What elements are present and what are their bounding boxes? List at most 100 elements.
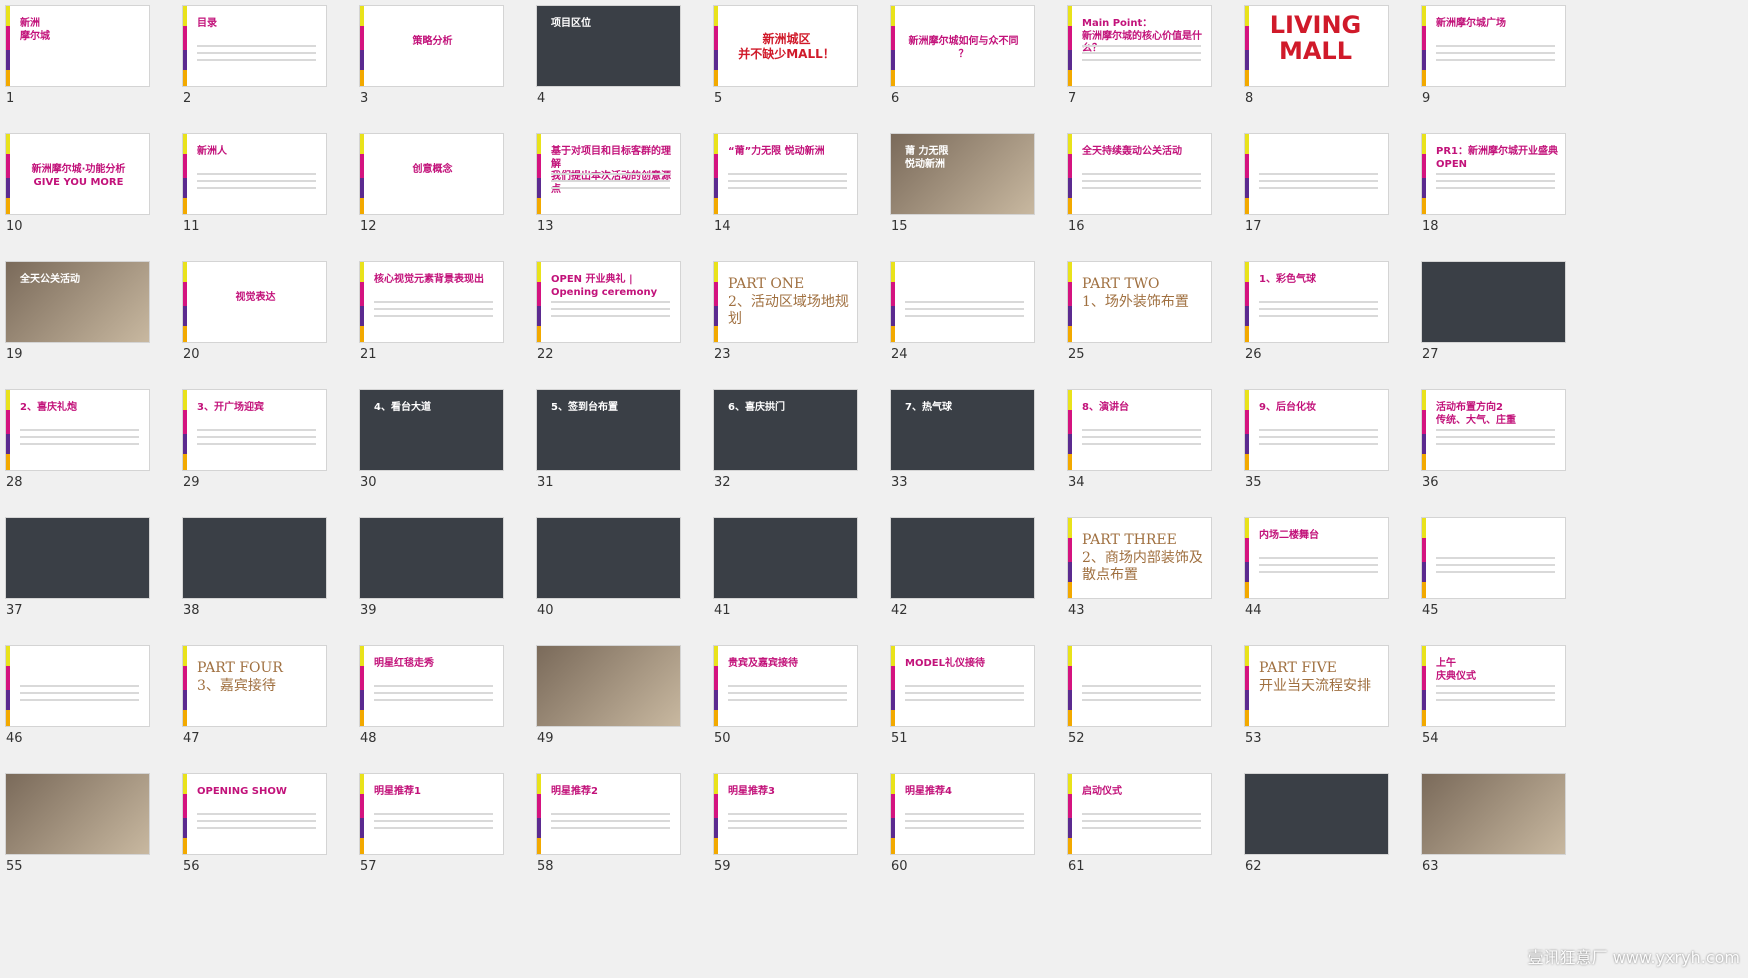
slide-number: 21 — [360, 347, 377, 362]
slide-thumbnail[interactable]: 项目区位 4 — [536, 5, 681, 123]
slide-thumbnail[interactable]: Main Point： 新洲摩尔城的核心价值是什么？ 7 — [1067, 5, 1212, 123]
slide-number: 57 — [360, 859, 377, 874]
slide-thumbnail[interactable]: PART FIVE 开业当天流程安排 53 — [1244, 645, 1389, 763]
slide-thumbnail[interactable]: 8、演讲台 34 — [1067, 389, 1212, 507]
slide-thumbnail[interactable]: 明星推荐2 58 — [536, 773, 681, 891]
slide-body-line — [1082, 692, 1201, 694]
slide-thumbnail[interactable]: MODEL礼仪接待 51 — [890, 645, 1035, 763]
slide-thumbnail[interactable]: 策略分析 3 — [359, 5, 504, 123]
slide-thumbnail[interactable]: 全天公关活动 19 — [5, 261, 150, 379]
slide-thumbnail[interactable]: 55 — [5, 773, 150, 891]
slide-thumbnail[interactable]: 明星推荐3 59 — [713, 773, 858, 891]
slide-thumbnail[interactable]: 活动布置方向2 传统、大气、庄重 36 — [1421, 389, 1566, 507]
slide-thumbnail[interactable]: PART TWO 1、场外装饰布置 25 — [1067, 261, 1212, 379]
slide-thumbnail[interactable]: “莆”力无限 悦动新洲 14 — [713, 133, 858, 251]
slide-accent-stripe — [714, 6, 718, 86]
slide-body-line — [1259, 301, 1378, 303]
slide-thumbnail[interactable]: 明星推荐1 57 — [359, 773, 504, 891]
slide-accent-stripe — [1245, 262, 1249, 342]
slide-preview: 活动布置方向2 传统、大气、庄重 — [1421, 389, 1566, 471]
slide-thumbnail[interactable]: 2、喜庆礼炮 28 — [5, 389, 150, 507]
slide-preview: PART ONE 2、活动区域场地规划 — [713, 261, 858, 343]
slide-thumbnail[interactable]: 视觉表达 20 — [182, 261, 327, 379]
slide-thumbnail[interactable]: 3、开广场迎宾 29 — [182, 389, 327, 507]
slide-thumbnail[interactable]: 52 — [1067, 645, 1212, 763]
slide-number: 34 — [1068, 475, 1085, 490]
slide-body-line — [1259, 173, 1378, 175]
slide-thumbnail[interactable]: 启动仪式 61 — [1067, 773, 1212, 891]
slide-thumbnail[interactable]: 明星推荐4 60 — [890, 773, 1035, 891]
slide-thumbnail[interactable]: 1、彩色气球 26 — [1244, 261, 1389, 379]
slide-number: 27 — [1422, 347, 1439, 362]
slide-body-line — [728, 180, 847, 182]
slide-thumbnail[interactable]: OPENING SHOW 56 — [182, 773, 327, 891]
slide-thumbnail[interactable]: 明星红毯走秀 48 — [359, 645, 504, 763]
slide-thumbnail[interactable]: 42 — [890, 517, 1035, 635]
slide-thumbnail[interactable]: 40 — [536, 517, 681, 635]
slide-preview: 3、开广场迎宾 — [182, 389, 327, 471]
slide-thumbnail[interactable]: 新洲城区 并不缺少MALL！ 5 — [713, 5, 858, 123]
slide-thumbnail[interactable]: 63 — [1421, 773, 1566, 891]
slide-body-line — [1436, 59, 1555, 61]
slide-thumbnail[interactable]: 上午 庆典仪式 54 — [1421, 645, 1566, 763]
slide-thumbnail[interactable]: 38 — [182, 517, 327, 635]
slide-thumbnail[interactable]: 新洲摩尔城·功能分析 GIVE YOU MORE 10 — [5, 133, 150, 251]
slide-body-line — [728, 685, 847, 687]
slide-thumbnail[interactable]: 新洲 摩尔城 1 — [5, 5, 150, 123]
slide-preview: 明星推荐4 — [890, 773, 1035, 855]
slide-number: 55 — [6, 859, 23, 874]
slide-body-placeholder — [551, 296, 670, 322]
slide-thumbnail[interactable]: 9、后台化妆 35 — [1244, 389, 1389, 507]
slide-thumbnail[interactable]: 新洲摩尔城广场 9 — [1421, 5, 1566, 123]
slide-thumbnail[interactable]: 基于对项目和目标客群的理解 我们提出本次活动的创意源点 13 — [536, 133, 681, 251]
slide-thumbnail[interactable]: 62 — [1244, 773, 1389, 891]
slide-thumbnail[interactable]: 37 — [5, 517, 150, 635]
slide-preview — [1421, 517, 1566, 599]
slide-thumbnail[interactable]: 24 — [890, 261, 1035, 379]
slide-thumbnail[interactable]: 贵宾及嘉宾接待 50 — [713, 645, 858, 763]
slide-thumbnail[interactable]: 创意概念 12 — [359, 133, 504, 251]
slide-body-line — [20, 443, 139, 445]
slide-thumbnail[interactable]: 内场二楼舞台 44 — [1244, 517, 1389, 635]
slide-thumbnail[interactable]: 49 — [536, 645, 681, 763]
slide-body-placeholder — [905, 680, 1024, 706]
slide-thumbnail[interactable]: 全天持续轰动公关活动 16 — [1067, 133, 1212, 251]
slide-preview — [536, 645, 681, 727]
slide-preview: 莆 力无限 悦动新洲 — [890, 133, 1035, 215]
slide-thumbnail[interactable]: 6、喜庆拱门 32 — [713, 389, 858, 507]
slide-thumbnail[interactable]: 17 — [1244, 133, 1389, 251]
slide-thumbnail[interactable]: OPEN 开业典礼 | Opening ceremony 22 — [536, 261, 681, 379]
slide-preview: 全天持续轰动公关活动 — [1067, 133, 1212, 215]
slide-thumbnail[interactable]: 39 — [359, 517, 504, 635]
slide-thumbnail[interactable]: 莆 力无限 悦动新洲 15 — [890, 133, 1035, 251]
slide-thumbnail[interactable]: PART FOUR 3、嘉宾接待 47 — [182, 645, 327, 763]
slide-thumbnail[interactable]: 新洲人 11 — [182, 133, 327, 251]
slide-thumbnail[interactable]: PART ONE 2、活动区域场地规划 23 — [713, 261, 858, 379]
slide-thumbnail[interactable]: 目录 2 — [182, 5, 327, 123]
slide-thumbnail[interactable]: 46 — [5, 645, 150, 763]
slide-body-line — [20, 436, 139, 438]
slide-thumbnail[interactable]: 4、看台大道 30 — [359, 389, 504, 507]
slide-preview: 基于对项目和目标客群的理解 我们提出本次活动的创意源点 — [536, 133, 681, 215]
slide-preview: 新洲摩尔城广场 — [1421, 5, 1566, 87]
slide-body-line — [1436, 180, 1555, 182]
slide-preview — [1244, 773, 1389, 855]
slide-body-line — [551, 315, 670, 317]
slide-thumbnail[interactable]: 27 — [1421, 261, 1566, 379]
slide-thumbnail[interactable]: PART THREE 2、商场内部装饰及散点布置 43 — [1067, 517, 1212, 635]
slide-accent-stripe — [183, 134, 187, 214]
slide-preview: Main Point： 新洲摩尔城的核心价值是什么？ — [1067, 5, 1212, 87]
slide-thumbnail[interactable]: 41 — [713, 517, 858, 635]
slide-thumbnail[interactable]: 新洲摩尔城如何与众不同 ？ 6 — [890, 5, 1035, 123]
slide-body-placeholder — [1082, 808, 1201, 834]
slide-number: 40 — [537, 603, 554, 618]
slide-number: 56 — [183, 859, 200, 874]
slide-number: 53 — [1245, 731, 1262, 746]
slide-accent-stripe — [1068, 390, 1072, 470]
slide-thumbnail[interactable]: LIVING MALL 8 — [1244, 5, 1389, 123]
slide-thumbnail[interactable]: 7、热气球 33 — [890, 389, 1035, 507]
slide-thumbnail[interactable]: PR1：新洲摩尔城开业盛典 OPEN 18 — [1421, 133, 1566, 251]
slide-thumbnail[interactable]: 5、签到台布置 31 — [536, 389, 681, 507]
slide-thumbnail[interactable]: 核心视觉元素背景表现出 21 — [359, 261, 504, 379]
slide-thumbnail[interactable]: 45 — [1421, 517, 1566, 635]
